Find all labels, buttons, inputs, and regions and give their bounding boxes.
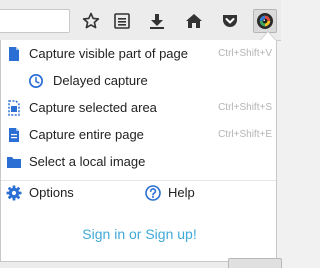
reading-list-icon[interactable] — [110, 9, 134, 33]
visible-page-icon — [6, 46, 22, 62]
menu-item-label: Capture entire page — [29, 127, 144, 142]
menu-item-select-local-image[interactable]: Select a local image — [1, 149, 278, 175]
address-bar[interactable] — [0, 9, 70, 33]
browser-toolbar — [0, 0, 281, 41]
gear-icon — [6, 185, 22, 201]
entire-page-icon — [6, 127, 22, 143]
menu-item-label: Capture selected area — [29, 100, 157, 115]
menu-item-label: Delayed capture — [53, 73, 148, 88]
help-label: Help — [168, 185, 195, 200]
help-button[interactable]: Help — [141, 180, 221, 206]
menu-item-delayed-capture[interactable]: Delayed capture — [1, 68, 278, 94]
menu-item-capture-selected[interactable]: Capture selected area Ctrl+Shift+S — [1, 95, 278, 121]
clock-icon — [28, 73, 44, 89]
panel-arrow — [260, 31, 276, 40]
shortcut-text: Ctrl+Shift+S — [218, 102, 272, 113]
folder-icon — [6, 154, 22, 170]
shortcut-text: Ctrl+Shift+E — [218, 129, 272, 140]
menu-item-capture-entire[interactable]: Capture entire page Ctrl+Shift+E — [1, 122, 278, 148]
download-icon[interactable] — [145, 9, 169, 33]
signin-link[interactable]: Sign in or Sign up! — [1, 226, 278, 242]
screenshot-extension-icon[interactable] — [253, 9, 277, 33]
pocket-icon[interactable] — [218, 9, 242, 33]
menu-item-capture-visible[interactable]: Capture visible part of page Ctrl+Shift+… — [1, 41, 278, 67]
help-icon — [145, 185, 161, 201]
selected-area-icon — [6, 100, 22, 116]
home-icon[interactable] — [182, 9, 206, 33]
menu-item-label: Select a local image — [29, 154, 146, 169]
capture-menu-panel: Capture visible part of page Ctrl+Shift+… — [0, 40, 277, 262]
menu-item-label: Capture visible part of page — [29, 46, 188, 61]
window-corner-tab — [228, 258, 282, 268]
star-icon[interactable] — [79, 9, 103, 33]
options-label: Options — [29, 185, 74, 200]
options-button[interactable]: Options — [1, 180, 131, 206]
shortcut-text: Ctrl+Shift+V — [218, 48, 272, 59]
